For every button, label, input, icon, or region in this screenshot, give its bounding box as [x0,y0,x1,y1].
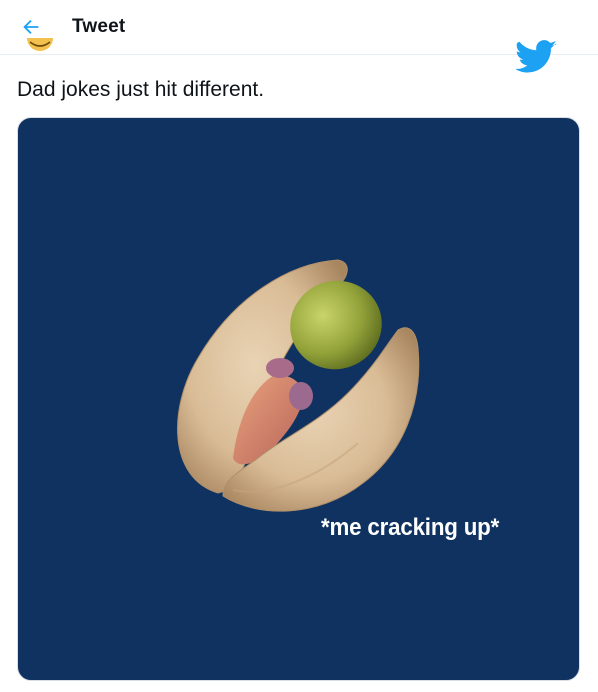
twitter-bird-icon [516,40,557,73]
arrow-left-icon [23,19,39,35]
avatar[interactable] [24,38,56,54]
tweet-text: Dad jokes just hit different. [17,78,265,101]
page-title: Tweet [72,16,126,37]
tweet-image[interactable]: *me cracking up* [17,117,580,681]
pistachio-image [177,259,420,512]
tweet-header: Tweet [0,0,598,55]
image-caption: *me cracking up* [321,514,500,541]
